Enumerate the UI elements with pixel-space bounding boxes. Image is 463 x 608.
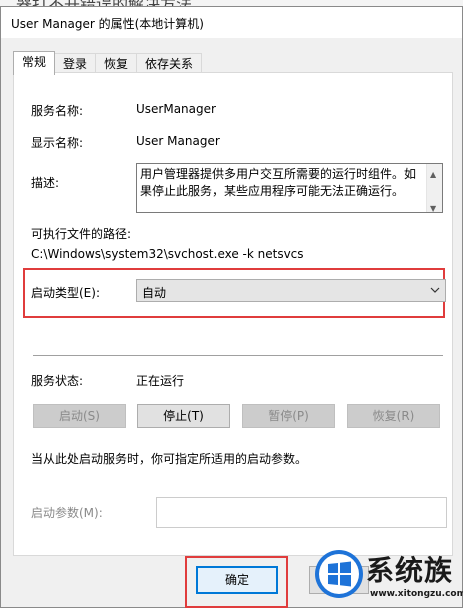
scroll-down-icon[interactable]: ▼ — [430, 200, 436, 212]
startup-type-select[interactable]: 自动 — [136, 279, 446, 302]
tab-general[interactable]: 常规 — [13, 51, 56, 75]
pause-button[interactable]: 暂停(P) — [242, 404, 335, 428]
chevron-down-icon — [430, 283, 440, 300]
stop-button[interactable]: 停止(T) — [137, 404, 230, 428]
exe-path-value: C:\Windows\system32\svchost.exe -k netsv… — [31, 247, 304, 261]
watermark: 系统族 www.xitongzu.com — [314, 547, 463, 608]
tab-logon[interactable]: 登录 — [54, 53, 97, 74]
description-text: 用户管理器提供多用户交互所需要的运行时组件。如果停止此服务，某些应用程序可能无法… — [140, 167, 417, 198]
service-properties-dialog: User Manager 的属性(本地计算机) 常规 登录 恢复 依存关系 服务… — [0, 6, 463, 608]
start-button[interactable]: 启动(S) — [33, 404, 126, 428]
resume-button[interactable]: 恢复(R) — [347, 404, 440, 428]
service-name-label: 服务名称: — [31, 104, 84, 118]
display-name-value: User Manager — [136, 134, 220, 148]
startup-type-label: 启动类型(E): — [31, 286, 100, 300]
start-params-input[interactable] — [156, 497, 447, 528]
watermark-title: 系统族 — [366, 554, 454, 587]
display-name-label: 显示名称: — [31, 136, 84, 150]
ok-button[interactable]: 确定 — [196, 566, 278, 594]
service-status-label: 服务状态: — [31, 374, 84, 388]
exe-path-label: 可执行文件的路径: — [31, 227, 132, 241]
start-params-hint: 当从此处启动服务时，你可指定所适用的启动参数。 — [31, 452, 308, 466]
startup-type-value: 自动 — [142, 286, 167, 300]
description-box[interactable]: 用户管理器提供多用户交互所需要的运行时组件。如果停止此服务，某些应用程序可能无法… — [136, 163, 443, 213]
tab-dependencies[interactable]: 依存关系 — [136, 53, 203, 74]
general-panel: 服务名称: UserManager 显示名称: User Manager 描述:… — [13, 72, 453, 556]
description-label: 描述: — [31, 176, 60, 190]
separator — [33, 355, 443, 356]
service-status-value: 正在运行 — [136, 374, 185, 388]
tab-recovery[interactable]: 恢复 — [95, 53, 138, 74]
scroll-up-icon[interactable]: ▲ — [430, 166, 436, 183]
start-params-label: 启动参数(M): — [31, 506, 103, 520]
description-scrollbar[interactable]: ▲ ▼ — [426, 164, 442, 212]
service-name-value: UserManager — [136, 102, 216, 116]
window-title: User Manager 的属性(本地计算机) — [11, 17, 204, 31]
title-bar: User Manager 的属性(本地计算机) — [1, 7, 462, 38]
windows-logo-icon — [314, 549, 364, 602]
tab-strip: 常规 登录 恢复 依存关系 — [13, 51, 203, 75]
watermark-url: www.xitongzu.com — [370, 589, 463, 599]
